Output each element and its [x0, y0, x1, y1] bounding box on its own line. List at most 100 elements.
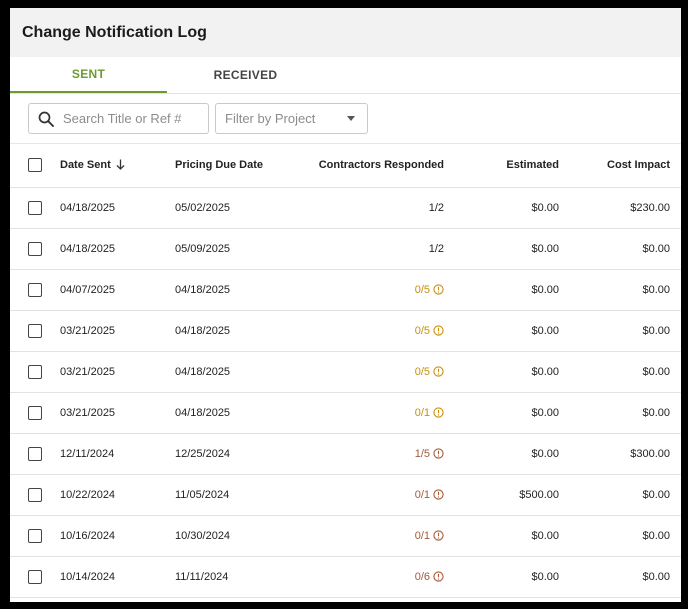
- table-row[interactable]: 10/14/2024 11/11/2024 0/6 $0.00 $0.00: [10, 556, 681, 598]
- caret-down-icon: [347, 116, 355, 121]
- responded-status: 0/5: [415, 284, 444, 296]
- date-sent-cell: 12/11/2024: [60, 433, 175, 475]
- cost-impact-cell: $300.00: [559, 433, 681, 475]
- search-box[interactable]: [28, 103, 209, 134]
- estimated-cell: $0.00: [444, 269, 559, 311]
- row-select-cell: [10, 515, 60, 557]
- column-header-date-sent[interactable]: Date Sent: [60, 144, 175, 188]
- pricing-due-cell: 04/18/2025: [175, 310, 285, 352]
- responded-status: 0/6: [415, 571, 444, 583]
- tab-sent[interactable]: SENT: [10, 57, 167, 93]
- responded-count: 0/1: [414, 406, 430, 419]
- project-filter-label: Filter by Project: [225, 111, 316, 126]
- arrow-down-icon: [116, 159, 125, 171]
- row-checkbox[interactable]: [28, 282, 42, 297]
- date-sent-cell: 10/14/2024: [60, 556, 175, 598]
- row-select-cell: [10, 228, 60, 270]
- estimated-cell: $0.00: [444, 556, 559, 598]
- contractors-responded-cell: 0/1: [285, 474, 444, 516]
- row-checkbox[interactable]: [28, 364, 42, 379]
- row-select-cell: [10, 187, 60, 229]
- table-row[interactable]: 04/07/2025 04/18/2025 0/5 $0.00 $0.00: [10, 269, 681, 311]
- row-checkbox[interactable]: [28, 200, 42, 215]
- responded-count: 0/5: [414, 283, 430, 296]
- table-row[interactable]: 04/18/2025 05/09/2025 1/2 $0.00 $0.00: [10, 228, 681, 270]
- info-circle-icon: [433, 448, 444, 459]
- contractors-responded-cell: 0/1: [285, 392, 444, 434]
- row-checkbox[interactable]: [28, 405, 42, 420]
- row-checkbox[interactable]: [28, 241, 42, 256]
- cost-impact-cell: $0.00: [559, 228, 681, 270]
- contractors-responded-cell: 1/2: [285, 228, 444, 270]
- responded-status: 1/2: [429, 243, 444, 255]
- info-circle-icon: [433, 571, 444, 582]
- info-circle-icon: [433, 530, 444, 541]
- responded-status: 0/5: [415, 325, 444, 337]
- table-row[interactable]: 10/22/2024 11/05/2024 0/1 $500.00 $0.00: [10, 474, 681, 516]
- page-title: Change Notification Log: [22, 23, 207, 41]
- column-header-cost-impact[interactable]: Cost Impact: [559, 144, 681, 188]
- column-label: Date Sent: [60, 159, 111, 172]
- date-sent-cell: 10/16/2024: [60, 515, 175, 557]
- responded-status: 0/1: [415, 407, 444, 419]
- row-select-cell: [10, 433, 60, 475]
- project-filter-dropdown[interactable]: Filter by Project: [215, 103, 368, 134]
- row-select-cell: [10, 392, 60, 434]
- tab-bar: SENT RECEIVED: [10, 57, 681, 94]
- table-row[interactable]: 10/16/2024 10/30/2024 0/1 $0.00 $0.00: [10, 515, 681, 557]
- estimated-cell: $500.00: [444, 474, 559, 516]
- contractors-responded-cell: 0/1: [285, 515, 444, 557]
- cost-impact-cell: $0.00: [559, 556, 681, 598]
- row-select-cell: [10, 269, 60, 311]
- estimated-cell: $0.00: [444, 392, 559, 434]
- pricing-due-cell: 11/11/2024: [175, 556, 285, 598]
- pricing-due-cell: 04/18/2025: [175, 392, 285, 434]
- row-checkbox[interactable]: [28, 528, 42, 543]
- responded-count: 0/6: [414, 570, 430, 583]
- pricing-due-cell: 12/25/2024: [175, 433, 285, 475]
- pricing-due-cell: 11/05/2024: [175, 474, 285, 516]
- info-circle-icon: [433, 366, 444, 377]
- column-header-contractors-responded[interactable]: Contractors Responded: [285, 144, 444, 188]
- search-input[interactable]: [63, 111, 203, 126]
- date-sent-cell: 04/07/2025: [60, 269, 175, 311]
- column-header-estimated[interactable]: Estimated: [444, 144, 559, 188]
- pricing-due-cell: 05/02/2025: [175, 187, 285, 229]
- cost-impact-cell: $0.00: [559, 269, 681, 311]
- estimated-cell: $0.00: [444, 310, 559, 352]
- pricing-due-cell: 10/30/2024: [175, 515, 285, 557]
- row-select-cell: [10, 351, 60, 393]
- pricing-due-cell: 05/09/2025: [175, 228, 285, 270]
- responded-count: 0/5: [414, 324, 430, 337]
- column-header-pricing-due[interactable]: Pricing Due Date: [175, 144, 285, 188]
- row-checkbox[interactable]: [28, 323, 42, 338]
- table-row[interactable]: 03/21/2025 04/18/2025 0/5 $0.00 $0.00: [10, 310, 681, 352]
- row-checkbox[interactable]: [28, 446, 42, 461]
- date-sent-cell: 03/21/2025: [60, 351, 175, 393]
- table-header-row: Date Sent Pricing Due Date Contractors R…: [10, 144, 681, 188]
- row-checkbox[interactable]: [28, 569, 42, 584]
- table-row[interactable]: 12/11/2024 12/25/2024 1/5 $0.00 $300.00: [10, 433, 681, 475]
- cost-impact-cell: $0.00: [559, 474, 681, 516]
- info-circle-icon: [433, 407, 444, 418]
- tab-received[interactable]: RECEIVED: [167, 57, 324, 93]
- table-row[interactable]: 03/21/2025 04/18/2025 0/1 $0.00 $0.00: [10, 392, 681, 434]
- date-sent-cell: 03/21/2025: [60, 310, 175, 352]
- contractors-responded-cell: 0/5: [285, 351, 444, 393]
- cost-impact-cell: $0.00: [559, 515, 681, 557]
- responded-status: 1/2: [429, 202, 444, 214]
- estimated-cell: $0.00: [444, 515, 559, 557]
- table-row[interactable]: 04/18/2025 05/02/2025 1/2 $0.00 $230.00: [10, 187, 681, 229]
- row-checkbox[interactable]: [28, 487, 42, 502]
- cost-impact-cell: $0.00: [559, 351, 681, 393]
- date-sent-cell: 04/18/2025: [60, 228, 175, 270]
- contractors-responded-cell: 0/6: [285, 556, 444, 598]
- select-all-checkbox[interactable]: [28, 158, 42, 173]
- responded-count: 1/2: [428, 201, 444, 214]
- responded-status: 0/5: [415, 366, 444, 378]
- cost-impact-cell: $0.00: [559, 392, 681, 434]
- table-row[interactable]: 03/21/2025 04/18/2025 0/5 $0.00 $0.00: [10, 351, 681, 393]
- info-circle-icon: [433, 325, 444, 336]
- pricing-due-cell: 04/18/2025: [175, 269, 285, 311]
- responded-status: 0/1: [415, 530, 444, 542]
